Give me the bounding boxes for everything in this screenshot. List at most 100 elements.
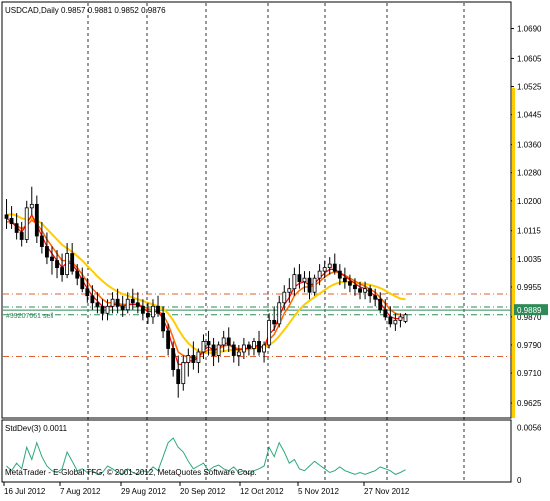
copyright-text: MetaTrader - E-Global TFG, © 2001-2012, … xyxy=(5,468,257,477)
candle-body xyxy=(282,291,287,304)
candle-body xyxy=(125,298,130,311)
candle-body xyxy=(206,341,211,346)
candle-body xyxy=(241,344,246,353)
candle-body xyxy=(85,288,90,297)
candle-body xyxy=(4,214,9,219)
symbol-ohlc-header: USDCAD,Daily 0.9857 0.9881 0.9852 0.9876 xyxy=(5,6,166,15)
price-tick-label: 1.0690 xyxy=(517,25,542,34)
candle-body xyxy=(186,355,191,363)
candle-body xyxy=(65,253,70,276)
candle-body xyxy=(398,316,403,321)
indicator-label: StdDev(3) 0.0011 xyxy=(5,424,68,433)
price-tick-label: 1.0605 xyxy=(517,54,542,63)
candle-body xyxy=(34,203,39,237)
candle-body xyxy=(176,369,181,385)
candle-body xyxy=(115,298,120,307)
time-tick-label: 12 Oct 2012 xyxy=(240,487,284,496)
chart-scroll-marker[interactable] xyxy=(512,88,515,418)
candle-body xyxy=(322,267,327,272)
candle-body xyxy=(100,305,105,314)
time-tick-label: 16 Jul 2012 xyxy=(4,487,46,496)
candle-body xyxy=(287,288,292,293)
current-price-value: 0.9889 xyxy=(517,306,542,315)
candle-body xyxy=(156,305,160,314)
stddev-tick-label: 0.0056 xyxy=(517,424,542,433)
price-tick-label: 0.9790 xyxy=(517,341,542,350)
candle-body xyxy=(403,314,408,322)
price-tick-label: 0.9710 xyxy=(517,369,542,378)
candle-body xyxy=(105,305,110,314)
candle-body xyxy=(171,348,176,370)
candle-body xyxy=(70,253,75,272)
candle-body xyxy=(383,309,388,318)
candle-body xyxy=(211,344,216,356)
candle-body xyxy=(297,274,302,283)
stddev-tick-label: 0 xyxy=(517,476,522,485)
candle-body xyxy=(262,344,266,353)
time-tick-label: 7 Aug 2012 xyxy=(60,487,101,496)
time-tick-label: 20 Sep 2012 xyxy=(180,487,226,496)
candle-body xyxy=(368,288,373,297)
candle-body xyxy=(342,277,347,283)
time-tick-label: 27 Nov 2012 xyxy=(364,487,410,496)
candle-body xyxy=(45,246,49,258)
candle-body xyxy=(55,260,59,269)
price-chart[interactable]: 1.0690 1.0605 1.0525 1.0445 1.0360 1.0280 1.02… xyxy=(0,0,550,496)
price-tick-label: 1.0115 xyxy=(517,227,541,236)
candle-body xyxy=(216,344,221,356)
candle-body xyxy=(146,312,150,318)
candle-body xyxy=(140,305,145,314)
candle-body xyxy=(75,270,80,279)
candle-body xyxy=(378,298,383,311)
candle-body xyxy=(80,277,85,290)
candle-body xyxy=(95,302,100,307)
candle-body xyxy=(60,267,64,276)
candle-body xyxy=(19,232,24,240)
candle-body xyxy=(120,305,125,311)
price-tick-label: 1.0200 xyxy=(517,197,542,206)
candle-body xyxy=(135,302,140,307)
candle-body xyxy=(161,312,165,332)
time-tick-label: 5 Nov 2012 xyxy=(298,487,339,496)
candle-body xyxy=(110,298,115,307)
candle-body xyxy=(317,270,322,279)
candle-body xyxy=(388,316,393,325)
price-tick-label: 1.0035 xyxy=(517,255,542,264)
candle-body xyxy=(221,337,226,346)
candle-body xyxy=(201,341,206,353)
price-tick-label: 0.9955 xyxy=(517,283,542,292)
candle-body xyxy=(363,288,367,293)
order-label: #99207061 sell xyxy=(6,313,54,320)
candle-body xyxy=(50,256,54,261)
candle-body xyxy=(24,207,29,240)
candle-body xyxy=(337,270,342,279)
price-tick-label: 1.0280 xyxy=(517,169,542,178)
candle-body xyxy=(358,288,362,293)
candle-body xyxy=(166,330,171,349)
candle-body xyxy=(231,344,236,356)
time-tick-label: 29 Aug 2012 xyxy=(121,487,166,496)
price-tick-label: 1.0445 xyxy=(517,111,542,120)
price-tick-label: 1.0525 xyxy=(517,83,542,92)
candle-body xyxy=(312,277,317,293)
candle-body xyxy=(196,351,201,363)
candle-body xyxy=(252,341,256,349)
chart-window[interactable]: 1.0690 1.0605 1.0525 1.0445 1.0360 1.0280 1.02… xyxy=(0,0,550,496)
price-tick-label: 1.0360 xyxy=(517,141,542,150)
candle-body xyxy=(277,302,282,325)
candle-body xyxy=(327,263,332,269)
candle-body xyxy=(14,223,19,233)
candle-body xyxy=(307,277,312,293)
candle-body xyxy=(9,217,14,225)
candle-body xyxy=(151,305,155,318)
candle-body xyxy=(247,344,251,349)
candle-body xyxy=(292,274,297,290)
candle-body xyxy=(272,319,277,325)
candle-body xyxy=(267,319,272,346)
candle-body xyxy=(191,355,196,363)
candle-body xyxy=(39,235,44,247)
candle-body xyxy=(181,362,186,385)
candle-body xyxy=(353,284,357,290)
candle-body xyxy=(332,263,337,272)
candle-body xyxy=(393,319,398,325)
